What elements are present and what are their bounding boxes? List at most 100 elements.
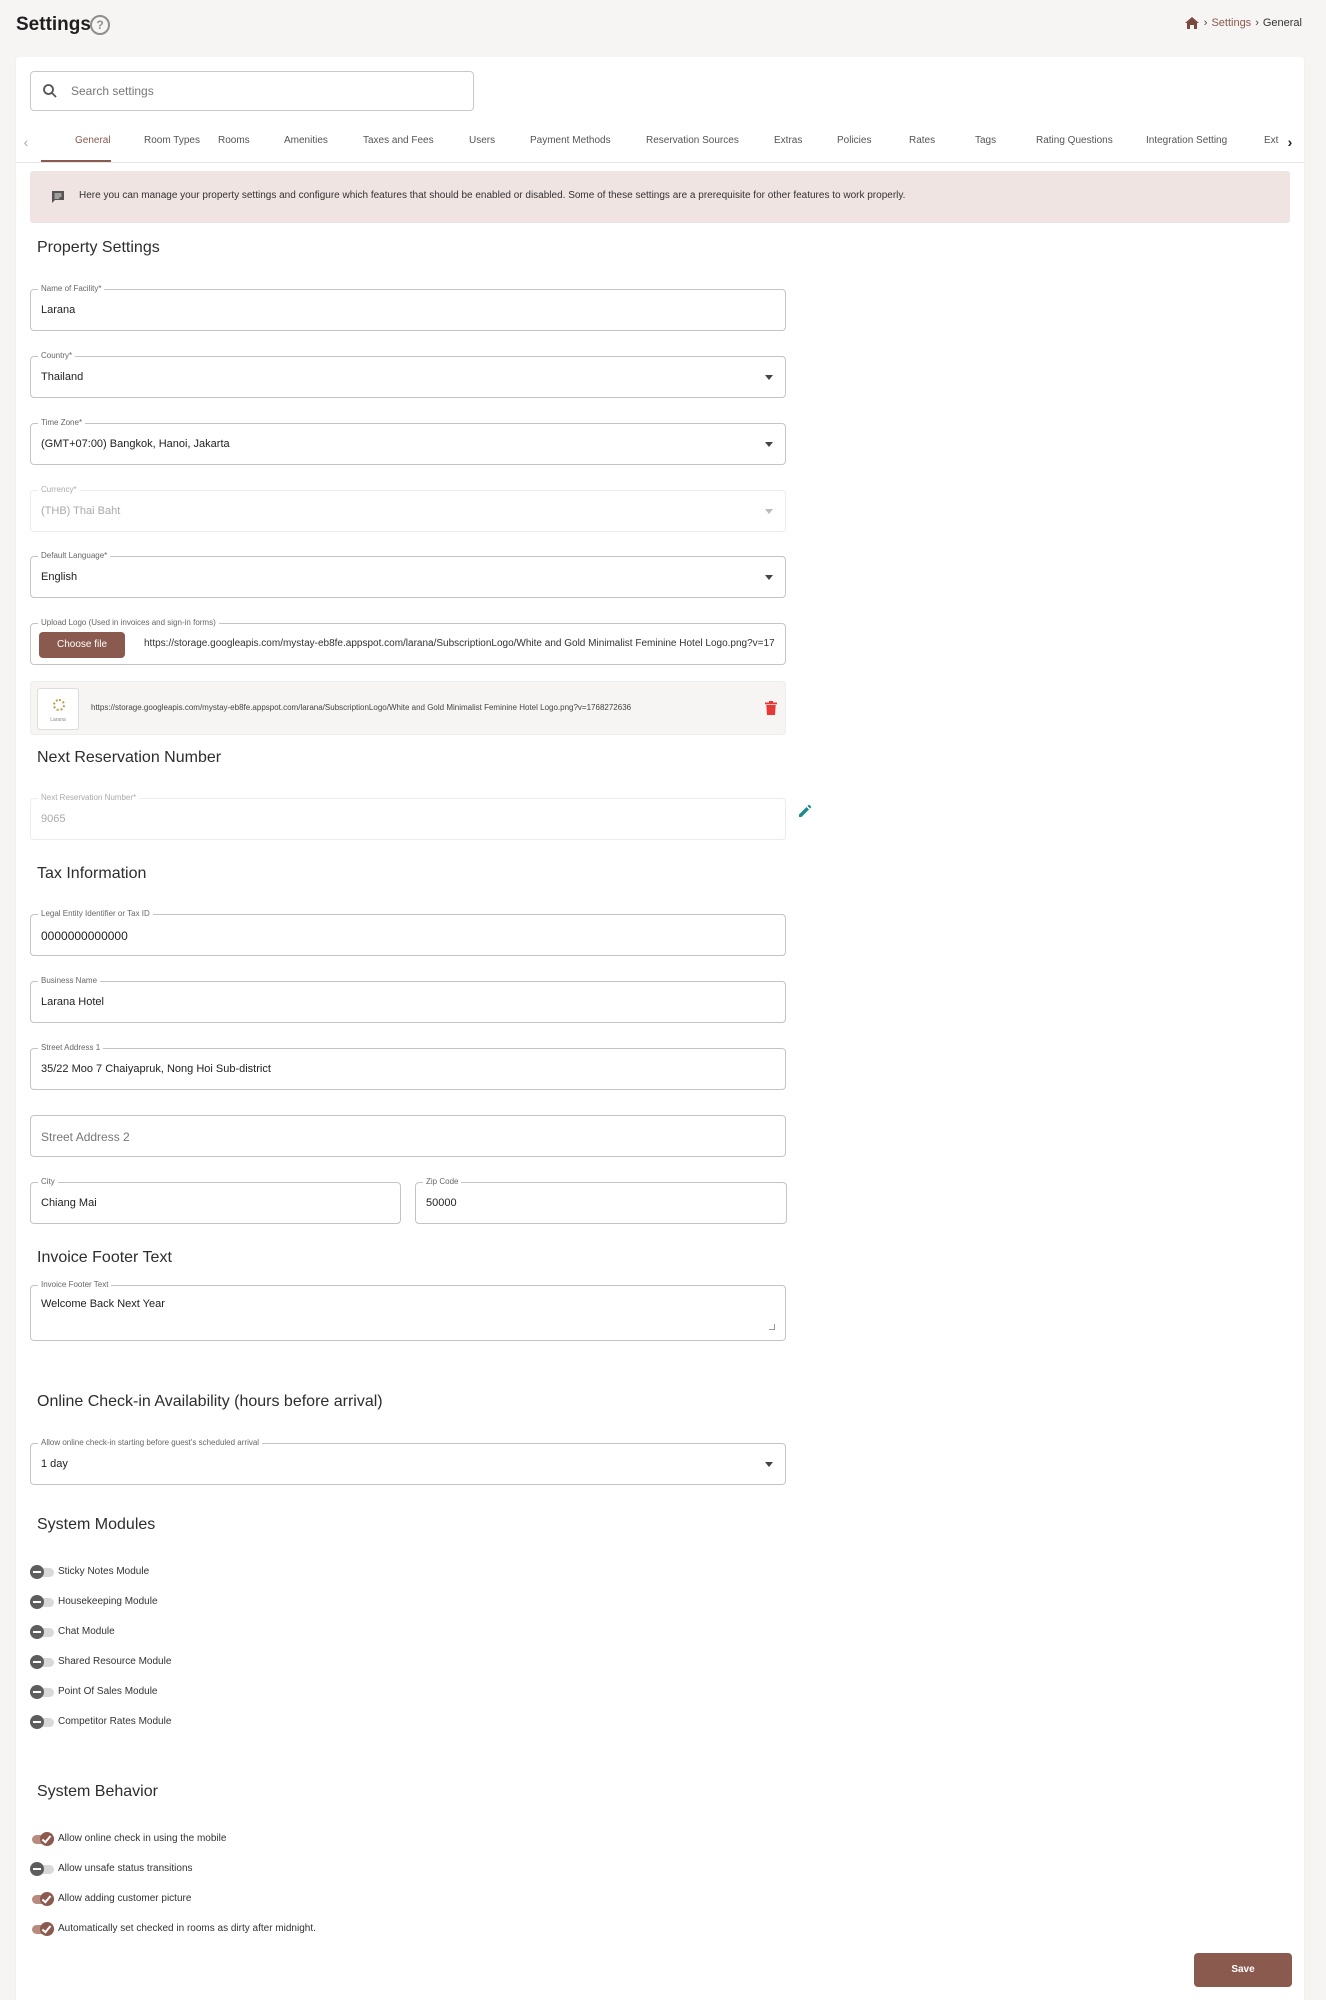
search-input[interactable] <box>71 72 461 110</box>
tab-policies[interactable]: Policies <box>837 135 871 146</box>
tab-general[interactable]: General <box>75 135 111 146</box>
online-checkin-select[interactable]: Allow online check-in starting before gu… <box>30 1438 786 1485</box>
toggle-mobile-checkin[interactable] <box>30 1831 54 1847</box>
field-value: (THB) Thai Baht <box>41 505 121 517</box>
field-value: 0000000000000 <box>41 929 128 943</box>
street-address-2-field[interactable]: Street Address 2 <box>30 1115 786 1157</box>
chevron-right-icon: › <box>1203 17 1208 29</box>
tab-tags[interactable]: Tags <box>975 135 996 146</box>
country-select[interactable]: Country* Thailand <box>30 351 786 398</box>
field-label: Business Name <box>38 976 101 986</box>
logo-mark <box>53 699 65 711</box>
field-value: 50000 <box>426 1197 457 1209</box>
tabs-list: General Room Types Rooms Amenities Taxes… <box>40 123 1280 163</box>
tab-integration-setting[interactable]: Integration Setting <box>1146 135 1227 146</box>
page-title: Settings <box>16 14 91 35</box>
city-field[interactable]: City Chiang Mai <box>30 1177 401 1224</box>
toggle-point-of-sales-module[interactable] <box>30 1684 54 1700</box>
tabs-scroll-right-icon[interactable]: › <box>1282 133 1298 151</box>
field-label: Name of Facility* <box>38 284 105 294</box>
tabs-scroll-left-icon[interactable]: ‹ <box>18 133 34 151</box>
street-address-1-field[interactable]: Street Address 1 35/22 Moo 7 Chaiyapruk,… <box>30 1043 786 1090</box>
field-label: Default Language* <box>38 551 111 561</box>
breadcrumb-settings-link[interactable]: Settings <box>1211 17 1251 29</box>
timezone-select[interactable]: Time Zone* (GMT+07:00) Bangkok, Hanoi, J… <box>30 418 786 465</box>
breadcrumb: › Settings › General <box>1184 16 1302 30</box>
field-value: Chiang Mai <box>41 1197 97 1209</box>
field-label: Country* <box>38 351 76 361</box>
toggle-housekeeping-module[interactable] <box>30 1594 54 1610</box>
toggle-competitor-rates-module[interactable] <box>30 1714 54 1730</box>
dropdown-arrow-icon <box>765 375 773 380</box>
toggle-label: Chat Module <box>58 1626 115 1637</box>
next-reservation-number-field: Next Reservation Number* 9065 <box>30 793 786 840</box>
tax-id-field[interactable]: Legal Entity Identifier or Tax ID 000000… <box>30 909 786 956</box>
field-value: Welcome Back Next Year <box>41 1298 165 1310</box>
tabs-bar: ‹ General Room Types Rooms Amenities Tax… <box>16 123 1304 163</box>
field-value: Thailand <box>41 371 84 383</box>
system-behavior-title: System Behavior <box>37 1783 158 1800</box>
settings-card: ‹ General Room Types Rooms Amenities Tax… <box>16 57 1304 2000</box>
logo-text: Larana <box>50 717 66 723</box>
search-box <box>30 71 474 111</box>
tab-extras[interactable]: Extras <box>774 135 802 146</box>
toggle-shared-resource-module[interactable] <box>30 1654 54 1670</box>
field-value: 9065 <box>41 813 66 825</box>
business-name-field[interactable]: Business Name Larana Hotel <box>30 976 786 1023</box>
tab-rates[interactable]: Rates <box>909 135 935 146</box>
dropdown-arrow-icon <box>765 509 773 514</box>
tab-rating-questions[interactable]: Rating Questions <box>1036 135 1113 146</box>
tab-rooms[interactable]: Rooms <box>218 135 250 146</box>
field-label: Allow online check-in starting before gu… <box>38 1438 263 1448</box>
facility-name-field[interactable]: Name of Facility* Larana <box>30 284 786 331</box>
page-header: Settings ? › Settings › General <box>16 12 1302 38</box>
resize-handle-icon[interactable] <box>769 1324 775 1330</box>
toggle-label: Competitor Rates Module <box>58 1716 172 1727</box>
field-label: Invoice Footer Text <box>38 1280 112 1290</box>
field-label: Street Address 1 <box>38 1043 104 1053</box>
toggle-sticky-notes-module[interactable] <box>30 1564 54 1580</box>
zip-code-field[interactable]: Zip Code 50000 <box>415 1177 787 1224</box>
info-banner-text: Here you can manage your property settin… <box>79 190 906 201</box>
dropdown-arrow-icon <box>765 442 773 447</box>
tab-amenities[interactable]: Amenities <box>284 135 328 146</box>
field-label: Currency* <box>38 485 80 495</box>
active-tab-indicator <box>41 160 111 162</box>
field-value: 1 day <box>41 1458 68 1470</box>
save-button[interactable]: Save <box>1194 1953 1292 1987</box>
toggle-customer-picture[interactable] <box>30 1891 54 1907</box>
field-value: Larana Hotel <box>41 996 104 1008</box>
field-value: English <box>41 571 78 583</box>
search-icon <box>42 83 58 99</box>
tab-taxes-and-fees[interactable]: Taxes and Fees <box>363 135 434 146</box>
chevron-right-icon: › <box>1255 17 1259 29</box>
toggle-label: Allow unsafe status transitions <box>58 1863 193 1874</box>
dropdown-arrow-icon <box>765 1462 773 1467</box>
toggle-chat-module[interactable] <box>30 1624 54 1640</box>
invoice-footer-textarea[interactable]: Invoice Footer Text Welcome Back Next Ye… <box>30 1280 786 1341</box>
help-circle-icon[interactable]: ? <box>90 15 110 35</box>
upload-logo-url[interactable]: https://storage.googleapis.com/mystay-eb… <box>144 638 774 649</box>
tab-extensions[interactable]: Ext <box>1264 135 1278 146</box>
edit-pencil-icon[interactable] <box>798 804 812 818</box>
toggle-dirty-after-midnight[interactable] <box>30 1921 54 1937</box>
toggle-unsafe-transitions[interactable] <box>30 1861 54 1877</box>
toggle-label: Shared Resource Module <box>58 1656 172 1667</box>
invoice-footer-title: Invoice Footer Text <box>37 1249 172 1266</box>
online-checkin-title: Online Check-in Availability (hours befo… <box>37 1393 383 1410</box>
tab-reservation-sources[interactable]: Reservation Sources <box>646 135 739 146</box>
home-icon[interactable] <box>1184 16 1200 30</box>
tab-users[interactable]: Users <box>469 135 495 146</box>
choose-file-button[interactable]: Choose file <box>39 632 125 658</box>
delete-icon[interactable] <box>765 701 777 715</box>
toggle-label: Allow online check in using the mobile <box>58 1833 227 1844</box>
logo-preview: Larana https://storage.googleapis.com/my… <box>30 681 786 735</box>
property-settings-title: Property Settings <box>37 239 160 256</box>
message-icon <box>50 189 66 205</box>
field-value: Larana <box>41 304 76 316</box>
default-language-select[interactable]: Default Language* English <box>30 551 786 598</box>
toggle-label: Automatically set checked in rooms as di… <box>58 1923 316 1934</box>
tab-payment-methods[interactable]: Payment Methods <box>530 135 611 146</box>
next-reservation-title: Next Reservation Number <box>37 749 222 766</box>
tab-room-types[interactable]: Room Types <box>144 135 200 146</box>
